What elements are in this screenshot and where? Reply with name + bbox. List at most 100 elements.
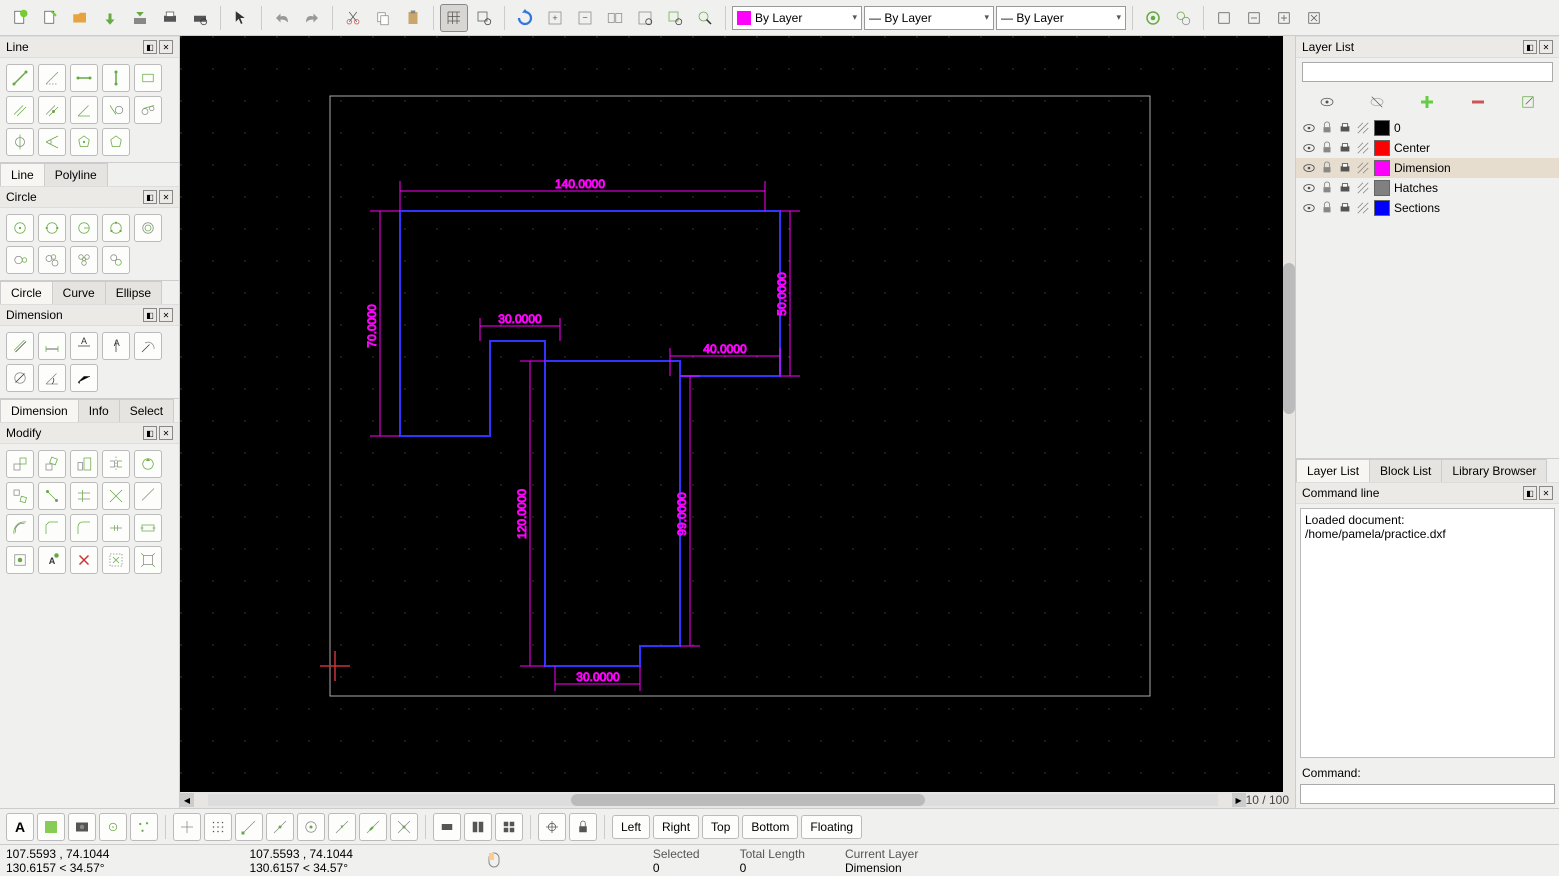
panel-close-icon[interactable]: ✕: [159, 308, 173, 322]
snap-intersection-button[interactable]: [390, 813, 418, 841]
color-combo[interactable]: By Layer▾: [732, 6, 862, 30]
layer-row[interactable]: Hatches: [1296, 178, 1559, 198]
circle-inscribed-button[interactable]: [102, 246, 130, 274]
construction-icon[interactable]: [1356, 141, 1370, 155]
modify-scale-button[interactable]: [70, 450, 98, 478]
dock-bottom-button[interactable]: Bottom: [742, 815, 798, 839]
zoom-pan-button[interactable]: [691, 4, 719, 32]
app-settings-button[interactable]: [1169, 4, 1197, 32]
tab-blocklist[interactable]: Block List: [1369, 459, 1442, 482]
line-relative-angle-button[interactable]: [38, 128, 66, 156]
command-input[interactable]: [1300, 784, 1555, 804]
dock-right-button[interactable]: Right: [653, 815, 699, 839]
circle-center-button[interactable]: [6, 214, 34, 242]
dim-linear-button[interactable]: [38, 332, 66, 360]
modify-delete-button[interactable]: [70, 546, 98, 574]
new-file-button[interactable]: [6, 4, 34, 32]
layer-edit-button[interactable]: [1514, 88, 1542, 116]
tab-info[interactable]: Info: [78, 399, 120, 422]
modify-fillet-button[interactable]: [70, 514, 98, 542]
layer-row[interactable]: Center: [1296, 138, 1559, 158]
panel-float-icon[interactable]: ◧: [143, 190, 157, 204]
panel-float-icon[interactable]: ◧: [1523, 486, 1537, 500]
linetype-combo[interactable]: — By Layer▾: [996, 6, 1126, 30]
dim-angular-button[interactable]: [38, 364, 66, 392]
zoom-in-button[interactable]: +: [541, 4, 569, 32]
construction-icon[interactable]: [1356, 121, 1370, 135]
modify-properties-button[interactable]: [6, 546, 34, 574]
print-icon[interactable]: [1338, 141, 1352, 155]
tab-circle[interactable]: Circle: [0, 281, 53, 304]
layer-remove-button[interactable]: [1464, 88, 1492, 116]
copy-button[interactable]: [369, 4, 397, 32]
tab-select[interactable]: Select: [119, 399, 174, 422]
circle-tan2-button[interactable]: [38, 246, 66, 274]
circle-2points-button[interactable]: [38, 214, 66, 242]
horizontal-scrollbar[interactable]: ◀▶ 10 / 100: [180, 792, 1295, 808]
dock-top-button[interactable]: Top: [702, 815, 739, 839]
tab-curve[interactable]: Curve: [52, 281, 106, 304]
lock-relative-zero-button[interactable]: [569, 813, 597, 841]
line-tangent-pc-button[interactable]: [102, 96, 130, 124]
line-parallel-through-button[interactable]: [38, 96, 66, 124]
eye-icon[interactable]: [1302, 201, 1316, 215]
eye-icon[interactable]: [1302, 181, 1316, 195]
tab-ellipse[interactable]: Ellipse: [105, 281, 162, 304]
panel-close-icon[interactable]: ✕: [1539, 40, 1553, 54]
tab-polyline[interactable]: Polyline: [44, 163, 108, 186]
toggle-grid-button[interactable]: [440, 4, 468, 32]
panel-float-icon[interactable]: ◧: [143, 426, 157, 440]
print-icon[interactable]: [1338, 181, 1352, 195]
modify-stretch-button[interactable]: [134, 514, 162, 542]
layer-row[interactable]: Sections: [1296, 198, 1559, 218]
panel-float-icon[interactable]: ◧: [1523, 40, 1537, 54]
cut-button[interactable]: [339, 4, 367, 32]
snap-free-button[interactable]: [173, 813, 201, 841]
layer-row[interactable]: Dimension: [1296, 158, 1559, 178]
modify-attributes-button[interactable]: A: [38, 546, 66, 574]
dim-leader-button[interactable]: [70, 364, 98, 392]
modify-move-button[interactable]: [6, 450, 34, 478]
paste-button[interactable]: [399, 4, 427, 32]
image-button[interactable]: [68, 813, 96, 841]
tab-librarybrowser[interactable]: Library Browser: [1441, 459, 1547, 482]
dim-vertical-button[interactable]: A: [102, 332, 130, 360]
circle-tan3-button[interactable]: [70, 246, 98, 274]
panel-close-icon[interactable]: ✕: [159, 426, 173, 440]
eye-icon[interactable]: [1302, 161, 1316, 175]
line-vertical-button[interactable]: [102, 64, 130, 92]
restrict-orthogonal-button[interactable]: [464, 813, 492, 841]
layer-showall-button[interactable]: [1313, 88, 1341, 116]
layer-row[interactable]: 0: [1296, 118, 1559, 138]
drawing-canvas[interactable]: 140.0000 70.0000 30.0000 50.0000 40.0000…: [180, 36, 1295, 808]
circle-tan1-button[interactable]: [6, 246, 34, 274]
dim-diametric-button[interactable]: [6, 364, 34, 392]
panel-close-icon[interactable]: ✕: [1539, 486, 1553, 500]
eye-icon[interactable]: [1302, 141, 1316, 155]
line-orthogonal-button[interactable]: [6, 128, 34, 156]
lock-icon[interactable]: [1320, 181, 1334, 195]
mtext-button[interactable]: A: [6, 813, 34, 841]
line-tangent-cc-button[interactable]: [134, 96, 162, 124]
lock-icon[interactable]: [1320, 121, 1334, 135]
selection-pointer-button[interactable]: [227, 4, 255, 32]
tab-line[interactable]: Line: [0, 163, 45, 186]
zoom-out-button[interactable]: −: [571, 4, 599, 32]
snap-distance-button[interactable]: [359, 813, 387, 841]
line-bisector-button[interactable]: [70, 96, 98, 124]
undo-button[interactable]: [268, 4, 296, 32]
zoom-window-button[interactable]: [661, 4, 689, 32]
panel-float-icon[interactable]: ◧: [143, 308, 157, 322]
point-button[interactable]: [99, 813, 127, 841]
hatch-button[interactable]: [37, 813, 65, 841]
dim-radial-button[interactable]: [134, 332, 162, 360]
tab-layerlist[interactable]: Layer List: [1296, 459, 1370, 482]
redraw-button[interactable]: [511, 4, 539, 32]
eye-icon[interactable]: [1302, 121, 1316, 135]
circle-3points-button[interactable]: [102, 214, 130, 242]
zoom-auto-button[interactable]: [601, 4, 629, 32]
print-icon[interactable]: [1338, 161, 1352, 175]
modify-bevel-button[interactable]: [38, 514, 66, 542]
circle-concentric-button[interactable]: [134, 214, 162, 242]
window-minimize-button[interactable]: [1240, 4, 1268, 32]
